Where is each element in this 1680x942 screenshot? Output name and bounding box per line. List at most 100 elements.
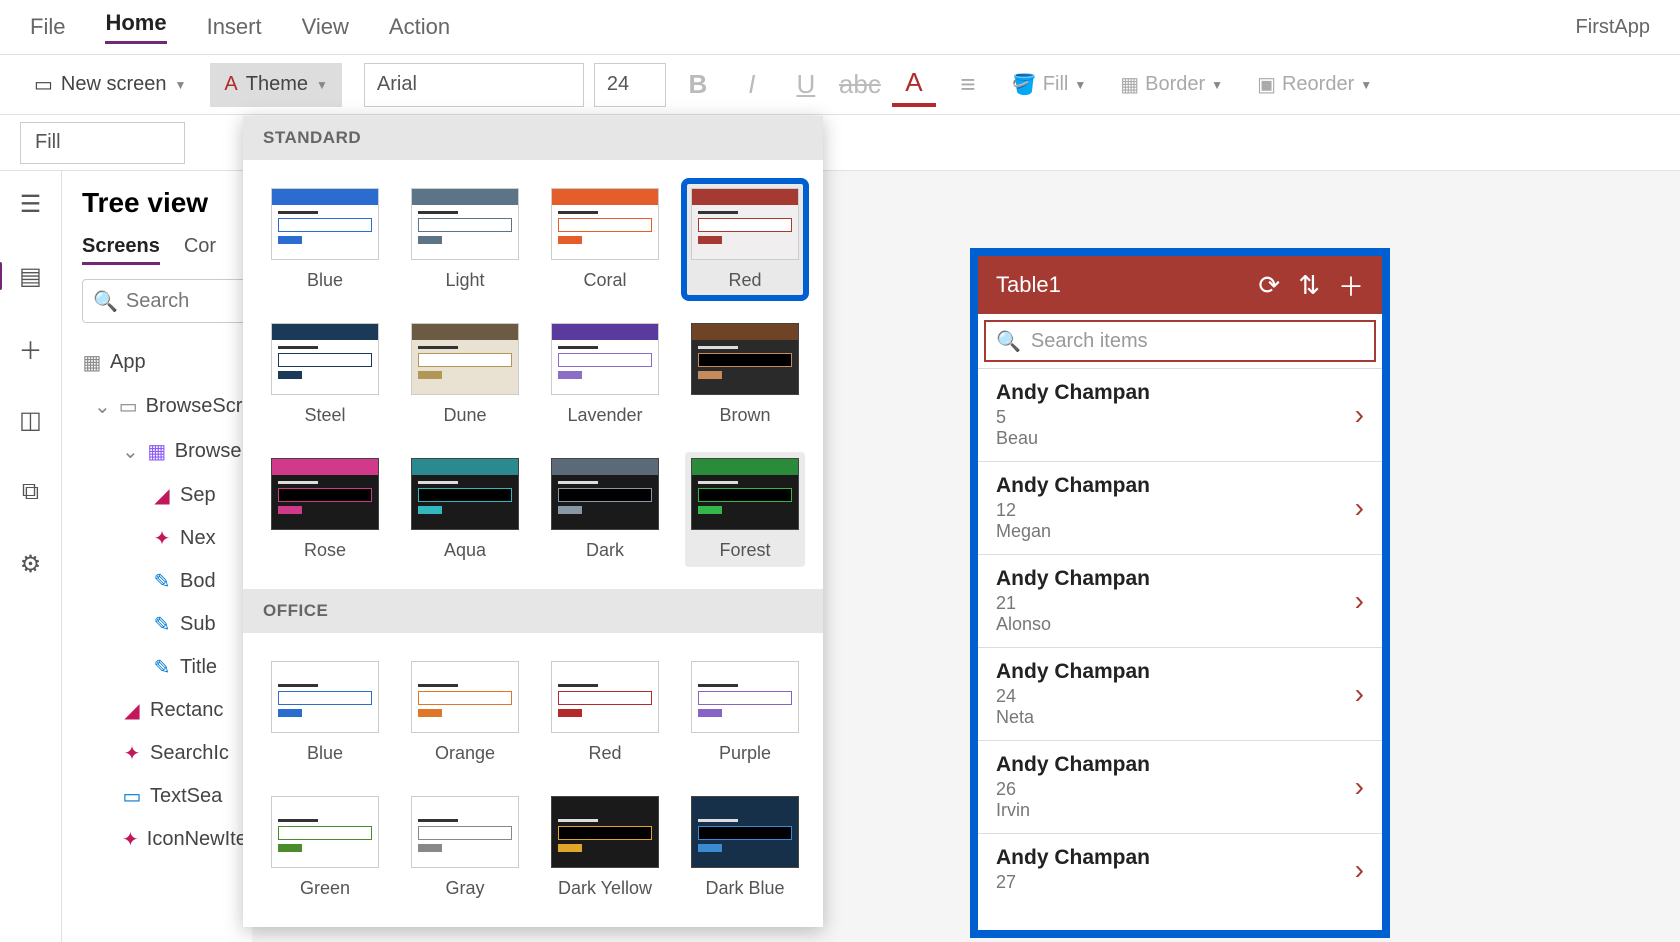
tree-node-label: TextSea <box>150 785 222 808</box>
refresh-icon[interactable]: ⟳ <box>1258 270 1280 301</box>
property-value: Fill <box>35 131 61 154</box>
tree-node-nex[interactable]: ✦ Nex <box>82 517 252 560</box>
theme-option-blue[interactable]: Blue <box>265 182 385 297</box>
list-item[interactable]: Andy Champan 27 › <box>978 833 1382 905</box>
gallery-icon: ▦ <box>147 442 167 462</box>
text-icon: ✎ <box>152 615 172 635</box>
tree-node-sub[interactable]: ✎ Sub <box>82 603 252 646</box>
theme-option-dune[interactable]: Dune <box>405 317 525 432</box>
theme-label: Dark <box>586 540 624 561</box>
underline-button[interactable]: U <box>784 63 828 107</box>
theme-label: Dark Blue <box>705 878 784 899</box>
theme-option-light[interactable]: Light <box>405 182 525 297</box>
tree-node-browsescreen[interactable]: ⌄ ▭ BrowseScree <box>82 384 252 429</box>
tree-node-label: Sub <box>180 613 216 636</box>
insert-icon[interactable]: ＋ <box>16 333 46 363</box>
tree-node-textsearch[interactable]: ▭ TextSea <box>82 775 252 818</box>
item-subtitle: 12 <box>996 500 1355 521</box>
theme-option-steel[interactable]: Steel <box>265 317 385 432</box>
theme-option-red[interactable]: Red <box>685 182 805 297</box>
menu-view[interactable]: View <box>302 14 349 40</box>
tree-node-searchicon[interactable]: ✦ SearchIc <box>82 732 252 775</box>
theme-option-gray[interactable]: Gray <box>405 790 525 905</box>
tree-node-title[interactable]: ✎ Title <box>82 646 252 689</box>
list-item[interactable]: Andy Champan 24 Neta › <box>978 647 1382 740</box>
theme-option-forest[interactable]: Forest <box>685 452 805 567</box>
tree-search[interactable]: 🔍 Search <box>82 279 252 323</box>
menu-file[interactable]: File <box>30 14 65 40</box>
theme-label: Rose <box>304 540 346 561</box>
list-item[interactable]: Andy Champan 26 Irvin › <box>978 740 1382 833</box>
tab-components[interactable]: Cor <box>184 235 216 265</box>
tree-node-rectangle[interactable]: ◢ Rectanc <box>82 689 252 732</box>
item-title: Andy Champan <box>996 474 1355 498</box>
tab-screens[interactable]: Screens <box>82 235 160 265</box>
item-title: Andy Champan <box>996 660 1355 684</box>
left-rail: ☰ ▤ ＋ ◫ ⧉ ⚙ <box>0 171 62 942</box>
theme-option-purple[interactable]: Purple <box>685 655 805 770</box>
sort-icon[interactable]: ⇅ <box>1298 270 1320 301</box>
theme-option-coral[interactable]: Coral <box>545 182 665 297</box>
add-icon[interactable]: ＋ <box>1338 267 1364 304</box>
theme-option-aqua[interactable]: Aqua <box>405 452 525 567</box>
app-title: Table1 <box>996 272 1240 298</box>
menu-insert[interactable]: Insert <box>207 14 262 40</box>
shape-icon: ◢ <box>122 701 142 721</box>
list-item[interactable]: Andy Champan 5 Beau › <box>978 368 1382 461</box>
expand-icon[interactable]: ⌄ <box>122 439 139 464</box>
theme-option-red[interactable]: Red <box>545 655 665 770</box>
theme-option-green[interactable]: Green <box>265 790 385 905</box>
theme-option-blue[interactable]: Blue <box>265 655 385 770</box>
item-subtitle: 24 <box>996 686 1355 707</box>
strike-button[interactable]: abc <box>838 63 882 107</box>
tree-node-label: Title <box>180 656 217 679</box>
data-icon[interactable]: ◫ <box>16 405 46 435</box>
reorder-button[interactable]: ▣ Reorder ▼ <box>1245 72 1384 97</box>
font-color-button[interactable]: A <box>892 63 936 107</box>
property-select[interactable]: Fill <box>20 122 185 164</box>
chevron-right-icon: › <box>1355 399 1364 431</box>
menu-action[interactable]: Action <box>389 14 450 40</box>
chevron-down-icon: ▼ <box>316 78 328 92</box>
list-item[interactable]: Andy Champan 12 Megan › <box>978 461 1382 554</box>
align-button[interactable]: ≡ <box>946 63 990 107</box>
border-button[interactable]: ▦ Border ▼ <box>1108 72 1235 97</box>
theme-option-orange[interactable]: Orange <box>405 655 525 770</box>
theme-option-rose[interactable]: Rose <box>265 452 385 567</box>
theme-label: Light <box>445 270 484 291</box>
new-screen-button[interactable]: ▭ New screen ▼ <box>20 63 200 107</box>
fill-button[interactable]: 🪣 Fill ▼ <box>1000 72 1098 97</box>
theme-option-dark[interactable]: Dark <box>545 452 665 567</box>
list-item[interactable]: Andy Champan 21 Alonso › <box>978 554 1382 647</box>
expand-icon[interactable]: ⌄ <box>94 394 111 419</box>
app-name: FirstApp <box>1576 16 1650 39</box>
theme-button[interactable]: A Theme ▼ <box>210 63 341 107</box>
theme-option-dark blue[interactable]: Dark Blue <box>685 790 805 905</box>
tree-node-sep[interactable]: ◢ Sep <box>82 474 252 517</box>
tree-node-label: Nex <box>180 527 216 550</box>
tree-view-icon[interactable]: ▤ <box>16 261 46 291</box>
text-icon: ✎ <box>152 658 172 678</box>
theme-option-brown[interactable]: Brown <box>685 317 805 432</box>
tree-node-app[interactable]: ▦ App <box>82 341 252 384</box>
bold-button[interactable]: B <box>676 63 720 107</box>
font-name-select[interactable]: Arial <box>364 63 584 107</box>
settings-icon[interactable]: ⚙ <box>16 549 46 579</box>
tree-node-iconnew[interactable]: ✦ IconNewItem1 <box>82 818 252 861</box>
theme-option-dark yellow[interactable]: Dark Yellow <box>545 790 665 905</box>
search-items-input[interactable]: 🔍 Search items <box>984 320 1376 362</box>
reorder-label: Reorder <box>1282 73 1354 96</box>
theme-grid-office: Blue Orange Red <box>243 633 823 927</box>
theme-option-lavender[interactable]: Lavender <box>545 317 665 432</box>
hamburger-icon[interactable]: ☰ <box>16 189 46 219</box>
theme-section-standard: STANDARD <box>243 116 823 160</box>
toolbar: ▭ New screen ▼ A Theme ▼ Arial 24 B I U … <box>0 55 1680 115</box>
italic-button[interactable]: I <box>730 63 774 107</box>
tree-node-browsegallery[interactable]: ⌄ ▦ Browse <box>82 429 252 474</box>
fill-label: Fill <box>1043 73 1069 96</box>
tree-node-bod[interactable]: ✎ Bod <box>82 560 252 603</box>
media-icon[interactable]: ⧉ <box>16 477 46 507</box>
font-size-select[interactable]: 24 <box>594 63 666 107</box>
menu-home[interactable]: Home <box>105 10 166 44</box>
border-label: Border <box>1145 73 1205 96</box>
